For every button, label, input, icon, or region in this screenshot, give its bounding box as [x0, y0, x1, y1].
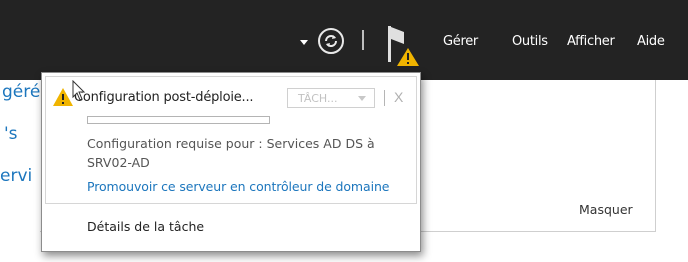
promote-domain-controller-link[interactable]: Promouvoir ce serveur en contrôleur de d… [87, 179, 389, 194]
close-icon[interactable]: X [394, 89, 403, 105]
menu-help[interactable]: Aide [637, 34, 665, 49]
menu-view[interactable]: Afficher [567, 34, 615, 49]
mouse-pointer-icon [72, 79, 86, 107]
warning-icon [52, 87, 74, 112]
server-manager-header: Gérer Outils Afficher Aide [0, 0, 688, 80]
nav-fragment-1[interactable]: géré [2, 82, 40, 102]
notifications-flag-icon[interactable] [386, 24, 422, 73]
nav-fragment-2[interactable]: 's [4, 124, 18, 144]
task-dropdown[interactable]: TÂCH... [287, 88, 375, 108]
notification-description: Configuration requise pour : Services AD… [87, 136, 375, 170]
task-progress-bar [87, 116, 270, 124]
notification-title: Configuration post-déploie... [74, 90, 254, 105]
refresh-icon[interactable] [318, 28, 344, 54]
nav-fragment-3[interactable]: ervi [0, 166, 32, 186]
navigation-dropdown-icon[interactable] [300, 40, 308, 45]
hide-link[interactable]: Masquer [579, 202, 633, 217]
toolbar-separator [362, 30, 364, 50]
notification-separator [384, 90, 385, 106]
task-details-link[interactable]: Détails de la tâche [87, 219, 204, 234]
task-dropdown-label: TÂCH... [298, 92, 338, 105]
chevron-down-icon [358, 96, 366, 101]
menu-manage[interactable]: Gérer [443, 34, 478, 49]
menu-tools[interactable]: Outils [512, 34, 548, 49]
